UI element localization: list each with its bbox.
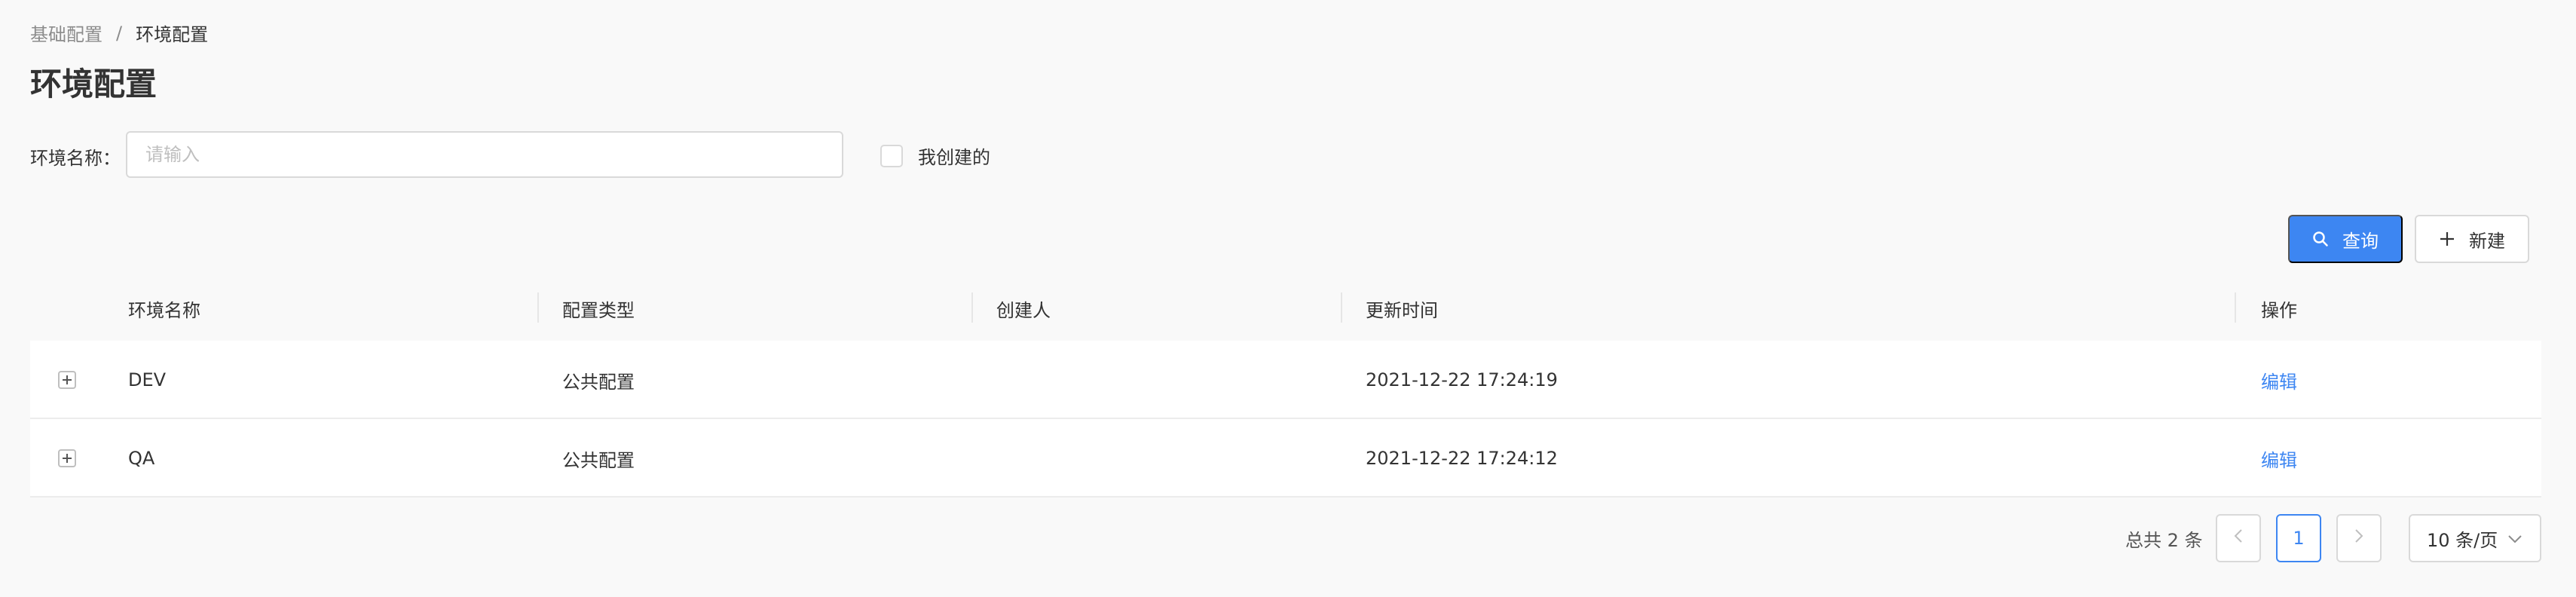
page-button-current[interactable]: 1 xyxy=(2276,514,2321,562)
page-title: 环境配置 xyxy=(30,66,158,103)
column-header-creator: 创建人 xyxy=(996,299,1051,321)
chevron-left-icon xyxy=(2232,528,2244,549)
search-icon xyxy=(2312,231,2329,247)
environment-config-page: 基础配置 / 环境配置 环境配置 环境名称： 我创建的 查询 新建 环境名称 配… xyxy=(0,0,2576,597)
breadcrumb-item-basic-config[interactable]: 基础配置 xyxy=(30,20,102,46)
cell-updated-time: 2021-12-22 17:24:19 xyxy=(1366,369,1558,390)
total-count: 总共 2 条 xyxy=(2125,529,2203,551)
env-name-label: 环境名称： xyxy=(30,148,121,169)
column-divider xyxy=(537,292,539,323)
prev-page-button[interactable] xyxy=(2216,514,2261,562)
new-button-label: 新建 xyxy=(2469,230,2505,252)
column-divider xyxy=(2235,292,2236,323)
cell-config-type: 公共配置 xyxy=(562,371,635,393)
column-header-env-name: 环境名称 xyxy=(128,299,200,321)
chevron-down-icon xyxy=(2507,528,2523,549)
cell-config-type: 公共配置 xyxy=(562,449,635,471)
table-row: DEV 公共配置 2021-12-22 17:24:19 编辑 xyxy=(30,341,2541,419)
next-page-button[interactable] xyxy=(2336,514,2382,562)
chevron-right-icon xyxy=(2353,528,2365,549)
query-button[interactable]: 查询 xyxy=(2288,215,2403,263)
column-header-config-type: 配置类型 xyxy=(562,299,635,321)
page-size-select[interactable]: 10 条/页 xyxy=(2409,514,2541,562)
created-by-me-checkbox[interactable]: 我创建的 xyxy=(880,142,990,169)
cell-env-name: QA xyxy=(128,448,155,469)
breadcrumb-item-environment-config: 环境配置 xyxy=(136,24,209,45)
column-divider xyxy=(1341,292,1342,323)
expand-row-icon[interactable] xyxy=(58,371,76,389)
created-by-me-label: 我创建的 xyxy=(918,147,990,168)
environment-table: 环境名称 配置类型 创建人 更新时间 操作 DEV 公共配置 2021-12-2… xyxy=(30,276,2541,498)
breadcrumb: 基础配置 / 环境配置 xyxy=(30,20,208,46)
column-divider xyxy=(971,292,973,323)
query-button-label: 查询 xyxy=(2342,230,2379,252)
edit-link[interactable]: 编辑 xyxy=(2261,419,2297,498)
expand-row-icon[interactable] xyxy=(58,449,76,467)
cell-env-name: DEV xyxy=(128,369,167,390)
table-header: 环境名称 配置类型 创建人 更新时间 操作 xyxy=(30,276,2541,341)
table-row: QA 公共配置 2021-12-22 17:24:12 编辑 xyxy=(30,419,2541,498)
edit-link[interactable]: 编辑 xyxy=(2261,341,2297,419)
breadcrumb-separator: / xyxy=(116,22,123,44)
cell-updated-time: 2021-12-22 17:24:12 xyxy=(1366,448,1558,469)
checkbox-box[interactable] xyxy=(880,144,903,167)
env-name-input[interactable] xyxy=(126,131,843,178)
plus-icon xyxy=(2439,231,2455,247)
column-header-actions: 操作 xyxy=(2261,299,2297,321)
new-button[interactable]: 新建 xyxy=(2415,215,2529,263)
page-size-value: 10 条/页 xyxy=(2427,529,2498,551)
pagination: 总共 2 条 1 10 条/页 xyxy=(0,514,2576,562)
column-header-updated-time: 更新时间 xyxy=(1366,299,1438,321)
